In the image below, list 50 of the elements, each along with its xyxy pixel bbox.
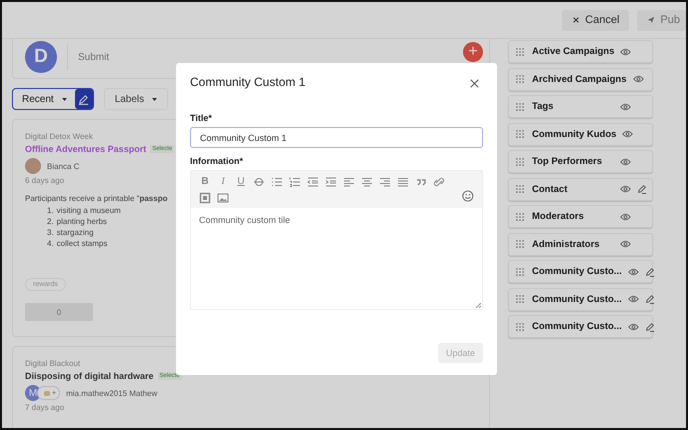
labels-dropdown[interactable]: Labels xyxy=(104,88,168,110)
post-time: 7 days ago xyxy=(25,403,64,412)
sort-label: Recent xyxy=(22,94,54,104)
sort-dropdown[interactable]: Recent xyxy=(12,88,94,110)
section-card[interactable]: Active Campaigns xyxy=(508,40,653,63)
list-number: 1. xyxy=(47,205,54,216)
title-label: Title* xyxy=(190,113,213,123)
list-item: visiting a museum xyxy=(56,205,121,216)
post-category: Digital Blackout xyxy=(25,359,80,368)
list-number: 4. xyxy=(47,238,54,249)
post-time: 6 days ago xyxy=(25,176,64,185)
section-label: Top Performers xyxy=(532,156,604,167)
section-label: Contact xyxy=(532,184,568,194)
section-label: Active Campaigns xyxy=(532,46,614,57)
section-card[interactable]: Administrators xyxy=(508,232,653,256)
section-label: Community Custo... xyxy=(532,294,622,304)
section-label: Community Custo... xyxy=(532,266,622,277)
information-label: Information* xyxy=(190,156,244,166)
dialog-title: Community Custom 1 xyxy=(190,75,306,89)
section-label: Community Custo... xyxy=(532,321,622,332)
editor-text: Community custom tile xyxy=(198,214,292,227)
section-card[interactable]: Community Custo... xyxy=(508,315,653,338)
post-text: Participants receive a printable "passpo xyxy=(25,194,168,203)
list-item: planting herbs xyxy=(56,216,107,227)
list-item: stargazing xyxy=(56,227,94,238)
section-label: Moderators xyxy=(532,211,585,222)
post-title[interactable]: Diisposing of digital hardware xyxy=(25,371,154,381)
section-card[interactable]: Community Custo... xyxy=(508,260,653,283)
section-label: Tags xyxy=(532,101,554,112)
post-category: Digital Detox Week xyxy=(25,132,93,141)
list-item: collect stamps xyxy=(56,238,108,249)
section-card[interactable]: Community Kudos xyxy=(508,122,653,146)
list-number: 3. xyxy=(47,227,54,238)
section-card[interactable]: Top Performers xyxy=(508,150,653,173)
author-name: mia.mathew2015 Mathew xyxy=(66,388,158,398)
author-name: Bianca C xyxy=(47,162,80,170)
user-avatar: D xyxy=(25,41,57,73)
user-avatar: M xyxy=(25,385,41,401)
list-number: 2. xyxy=(47,216,54,227)
section-card[interactable]: Tags xyxy=(508,95,653,118)
cancel-button[interactable]: Cancel xyxy=(562,10,630,30)
section-label: Community Kudos xyxy=(532,128,616,140)
section-label: Administrators xyxy=(532,238,601,250)
section-card[interactable]: Community Custo... xyxy=(508,288,653,310)
section-card[interactable]: Contact xyxy=(508,178,653,200)
rich-text-editor[interactable]: B I U Community custom tile xyxy=(190,170,483,310)
title-input[interactable]: Community Custom 1 xyxy=(190,127,483,148)
section-card[interactable]: Archived Campaigns xyxy=(508,68,653,90)
section-label: Archived Campaigns xyxy=(532,74,626,84)
section-card[interactable]: Moderators xyxy=(508,205,653,228)
